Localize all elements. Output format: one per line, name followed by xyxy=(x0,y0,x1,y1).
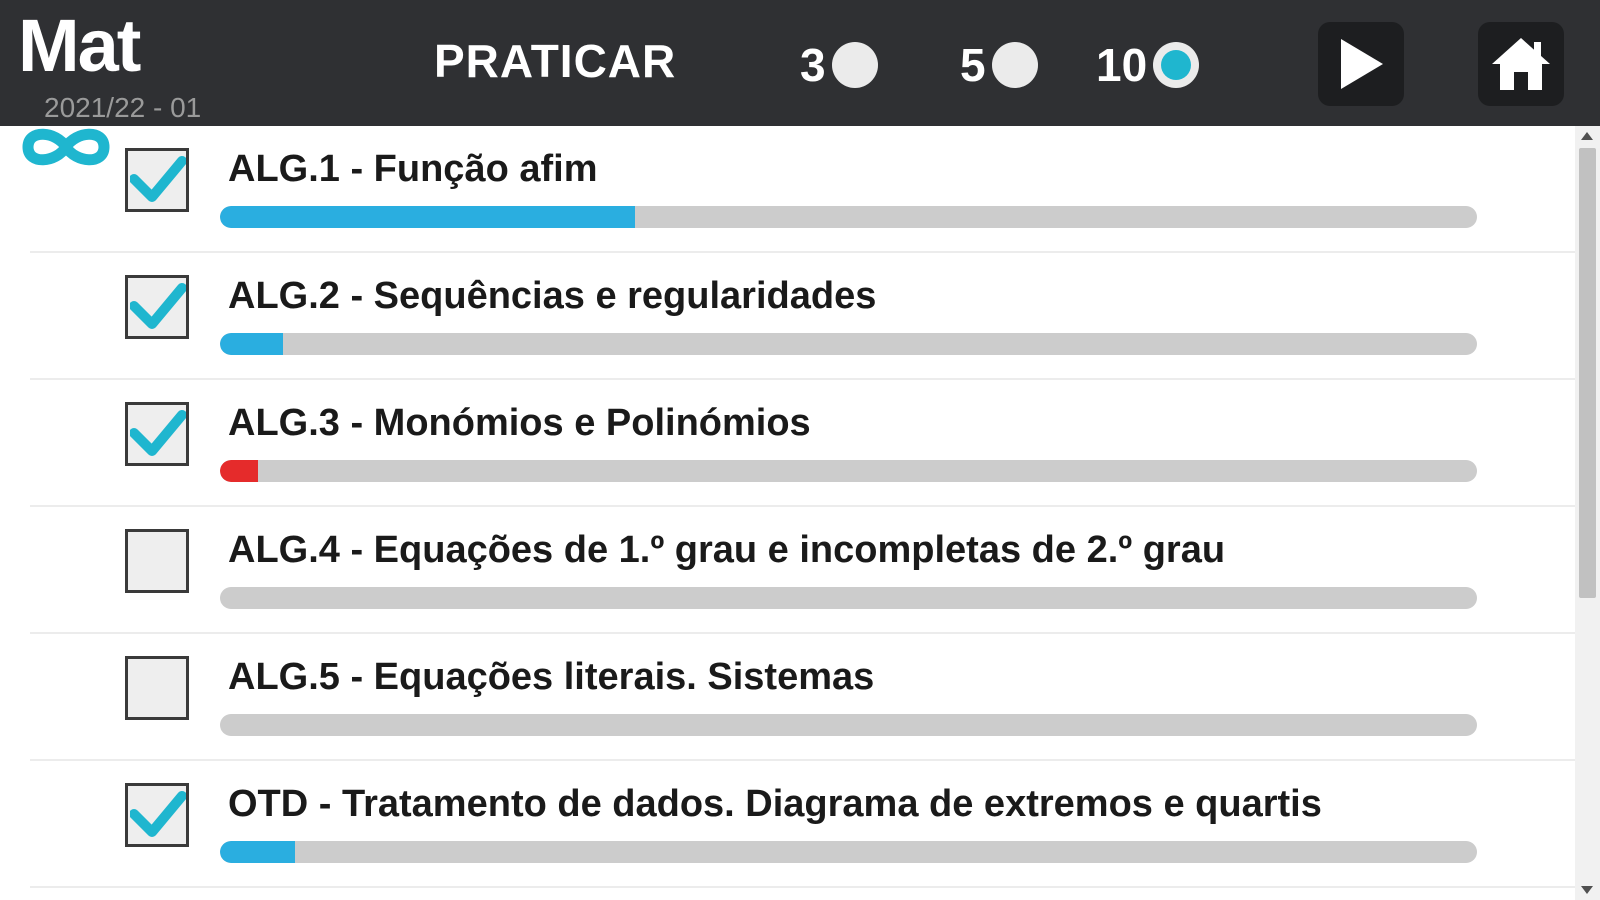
topic-checkbox[interactable] xyxy=(125,275,189,339)
topic-checkbox[interactable] xyxy=(125,529,189,593)
topic-label: ALG.4 - Equações de 1.º grau e incomplet… xyxy=(228,529,1226,571)
topic-label: ALG.1 - Função afim xyxy=(228,148,598,190)
question-count-10-option[interactable]: 10 xyxy=(1096,38,1200,92)
topic-checkbox[interactable] xyxy=(125,783,189,847)
radio-button[interactable] xyxy=(831,42,878,88)
topic-label: OTD - Tratamento de dados. Diagrama de e… xyxy=(228,783,1322,825)
play-button[interactable] xyxy=(1318,22,1404,106)
progress-fill xyxy=(220,841,296,863)
list-item[interactable]: ALG.2 - Sequências e regularidades xyxy=(30,253,1575,380)
page-title: PRATICAR xyxy=(434,35,677,87)
radio-button[interactable] xyxy=(991,42,1038,88)
progress-fill xyxy=(220,460,258,482)
home-button[interactable] xyxy=(1478,22,1564,106)
progress-bar xyxy=(220,714,1477,736)
topic-list: ALG.1 - Função afim ALG.2 - Sequências e… xyxy=(30,126,1575,888)
progress-bar xyxy=(220,841,1477,863)
topic-checkbox[interactable] xyxy=(125,656,189,720)
progress-bar xyxy=(220,460,1477,482)
progress-bar xyxy=(220,333,1477,355)
topic-checkbox[interactable] xyxy=(125,402,189,466)
progress-fill xyxy=(220,333,283,355)
top-bar: Mat8 2021/22 - 01 PRATICAR 3 5 10 xyxy=(0,0,1600,273)
home-icon xyxy=(1492,38,1550,90)
radio-button-selected[interactable] xyxy=(1153,42,1200,88)
topic-label: ALG.2 - Sequências e regularidades xyxy=(228,275,877,317)
topic-checkbox[interactable] xyxy=(125,148,189,212)
list-item[interactable]: ALG.3 - Monómios e Polinómios xyxy=(30,380,1575,507)
scroll-thumb[interactable] xyxy=(1579,148,1596,598)
topic-label: ALG.5 - Equações literais. Sistemas xyxy=(228,656,875,698)
progress-fill xyxy=(220,206,635,228)
scroll-down-arrow-icon[interactable] xyxy=(1581,886,1593,894)
question-count-label: 5 xyxy=(960,39,986,91)
play-icon xyxy=(1341,39,1383,89)
question-count-label: 3 xyxy=(800,39,826,91)
vertical-scrollbar[interactable] xyxy=(1575,126,1600,900)
list-item[interactable]: OTD - Tratamento de dados. Diagrama de e… xyxy=(30,761,1575,888)
question-count-5-option[interactable]: 5 xyxy=(960,38,1038,92)
checkmark-icon xyxy=(130,156,186,202)
question-count-3-option[interactable]: 3 xyxy=(800,38,878,92)
list-item[interactable]: ALG.1 - Função afim xyxy=(30,126,1575,253)
list-item[interactable]: ALG.5 - Equações literais. Sistemas xyxy=(30,634,1575,761)
checkmark-icon xyxy=(130,791,186,837)
scroll-up-arrow-icon[interactable] xyxy=(1581,132,1593,140)
checkmark-icon xyxy=(130,410,186,456)
logo-text-left: Mat xyxy=(18,4,141,87)
list-item[interactable]: ALG.4 - Equações de 1.º grau e incomplet… xyxy=(30,507,1575,634)
topic-label: ALG.3 - Monómios e Polinómios xyxy=(228,402,811,444)
progress-bar xyxy=(220,587,1477,609)
question-count-label: 10 xyxy=(1096,39,1148,91)
checkmark-icon xyxy=(130,283,186,329)
progress-bar xyxy=(220,206,1477,228)
school-year: 2021/22 - 01 xyxy=(44,92,202,123)
